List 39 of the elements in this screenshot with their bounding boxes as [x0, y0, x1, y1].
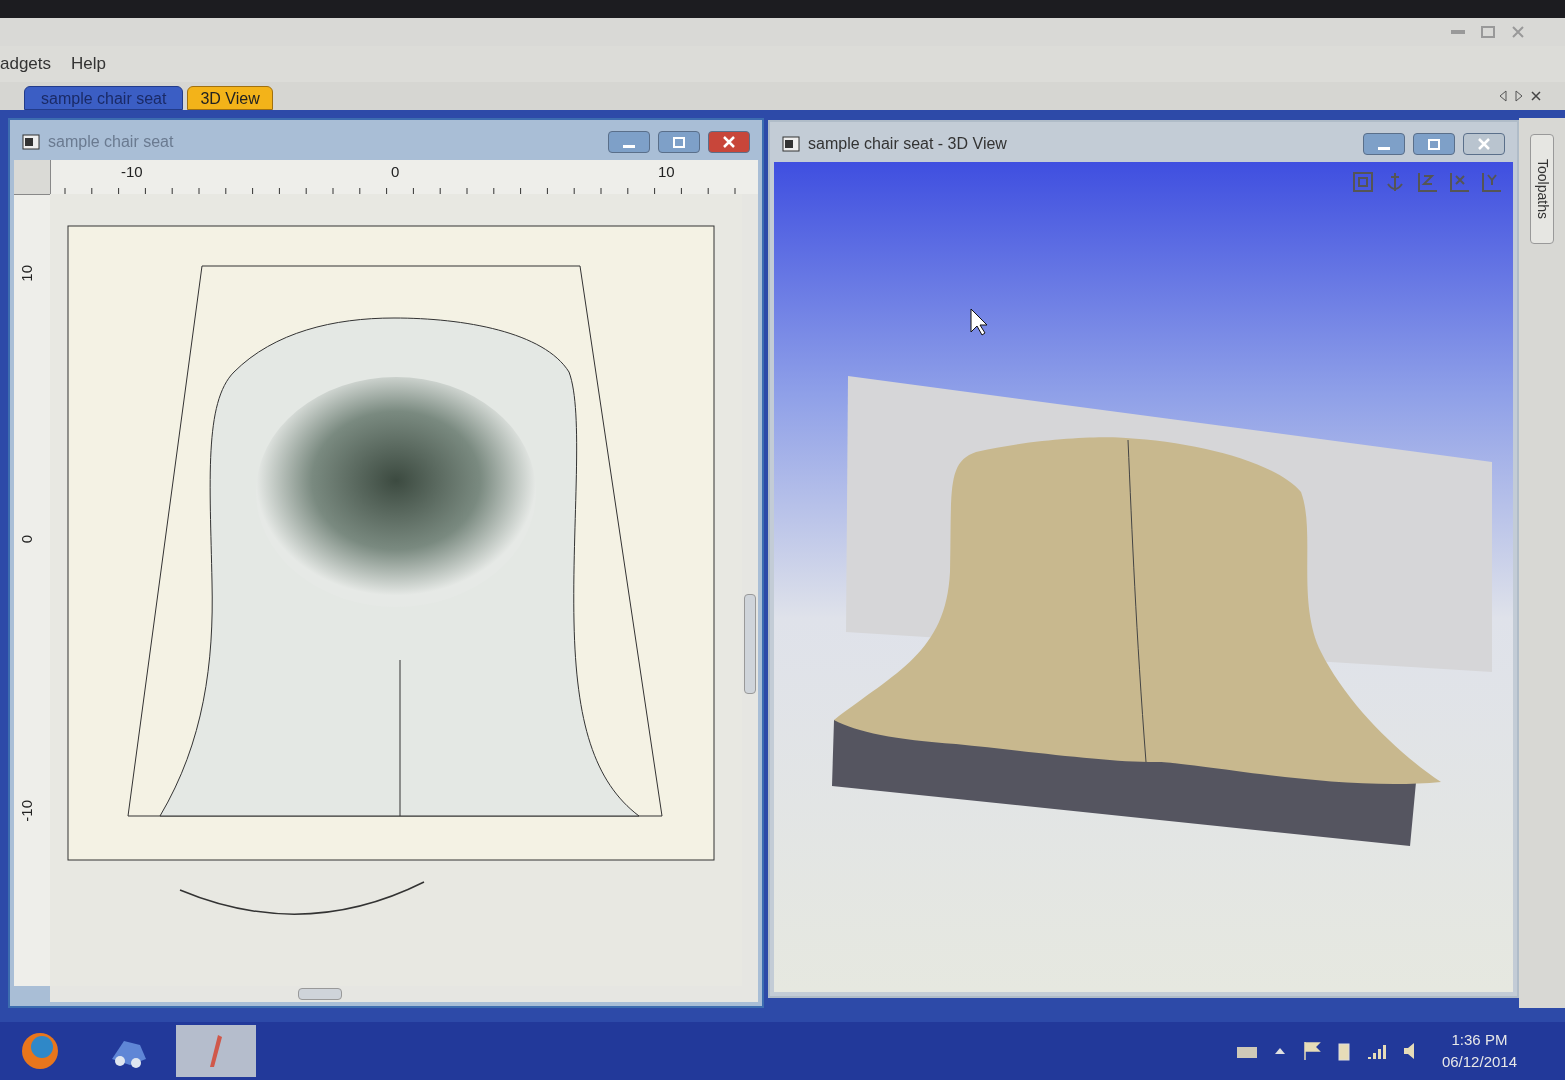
battery-icon[interactable]	[1337, 1041, 1350, 1061]
close-button[interactable]	[1463, 133, 1505, 155]
clock-time: 1:36 PM	[1451, 1030, 1508, 1050]
ruler-label: 10	[658, 162, 675, 182]
close-icon[interactable]	[1531, 91, 1541, 101]
window-title: sample chair seat - 3D View	[808, 134, 1007, 154]
right-arrow-icon[interactable]	[1515, 90, 1523, 102]
close-button[interactable]	[708, 131, 750, 153]
ruler-label: -10	[121, 162, 143, 182]
horizontal-scrollbar[interactable]	[50, 986, 758, 1002]
minimize-button[interactable]	[1363, 133, 1405, 155]
maximize-button[interactable]	[658, 131, 700, 153]
minimize-icon	[1378, 146, 1390, 150]
pointer-icon	[970, 308, 988, 336]
close-icon	[720, 135, 738, 149]
window-icon	[22, 134, 40, 150]
maximize-icon	[670, 135, 688, 149]
menu-item[interactable]: Help	[71, 51, 106, 77]
ruler-label: 10	[17, 265, 36, 282]
maximize-icon	[1425, 137, 1443, 151]
show-hidden-icons-icon[interactable]	[1273, 1047, 1286, 1055]
maximize-button[interactable]	[1413, 133, 1455, 155]
clock-date: 06/12/2014	[1441, 1052, 1517, 1072]
minimize-icon	[623, 144, 635, 148]
signal-icon[interactable]	[1365, 1043, 1386, 1059]
window-icon	[782, 136, 800, 152]
ruler-label: -10	[17, 800, 36, 822]
ruler-label: 0	[391, 162, 400, 182]
close-icon	[1475, 137, 1493, 151]
cad-app-icon	[209, 1034, 223, 1068]
side-tab[interactable]: Toolpaths	[1530, 134, 1554, 244]
flag-icon[interactable]	[1301, 1041, 1322, 1061]
window-title: sample chair seat	[48, 132, 174, 152]
ruler-label: 0	[17, 535, 36, 544]
menu-item[interactable]: adgets	[0, 51, 52, 77]
left-arrow-icon[interactable]	[1499, 90, 1507, 102]
document-tab[interactable]: 3D View	[187, 86, 273, 110]
ruler-corner	[14, 160, 50, 194]
minimize-button[interactable]	[608, 131, 650, 153]
